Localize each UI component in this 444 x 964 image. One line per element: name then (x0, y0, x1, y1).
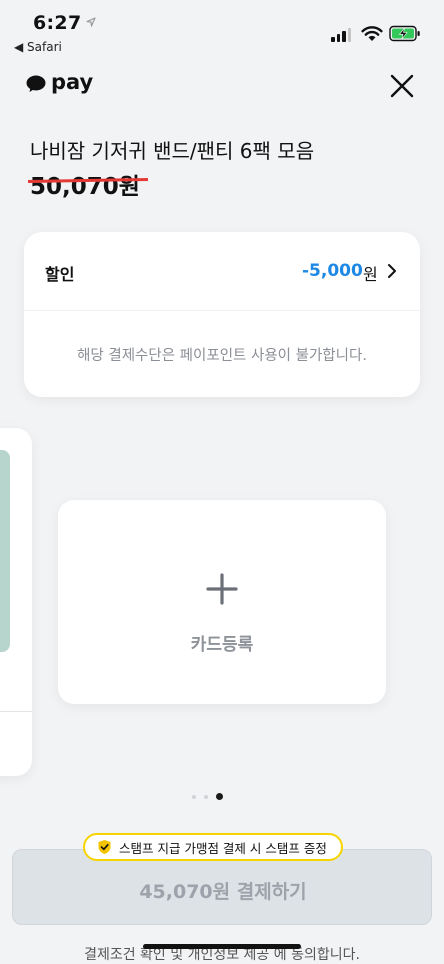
carousel-dot[interactable] (204, 794, 208, 799)
carousel-indicator (192, 793, 223, 800)
chat-bubble-icon (26, 75, 46, 92)
stamp-badge: 스탬프 지급 가맹점 결제 시 스탬프 증정 (83, 833, 343, 861)
stamp-badge-text: 스탬프 지급 가맹점 결제 시 스탬프 증정 (119, 840, 327, 856)
brand-name: pay (51, 70, 94, 94)
kakaopay-logo: pay (26, 70, 94, 94)
battery-charging-icon (389, 25, 420, 42)
carousel-dot-active[interactable] (216, 793, 223, 800)
divider (24, 310, 420, 311)
original-price: 50,070원 (30, 174, 140, 200)
carousel-dot[interactable] (192, 794, 196, 799)
discount-notice: 해당 결제수단은 페이포인트 사용이 불가합니다. (77, 348, 367, 364)
discount-unit: 원 (363, 265, 378, 284)
add-card-button[interactable]: 카드등록 (58, 500, 386, 704)
wifi-icon (361, 26, 383, 41)
location-arrow-icon (86, 17, 96, 27)
signal-icon (331, 28, 351, 42)
discount-card: 할인 -5,000 원 해당 결제수단은 페이포인트 사용이 불가합니다. (24, 232, 420, 397)
back-to-safari-link[interactable]: ◀ Safari (14, 40, 62, 54)
home-indicator[interactable] (143, 944, 301, 949)
add-card-label: 카드등록 (190, 635, 254, 655)
pay-button-label: 45,070원 결제하기 (139, 881, 307, 903)
divider (0, 711, 32, 712)
close-icon[interactable] (389, 73, 415, 99)
product-title: 나비잠 기저귀 밴드/팬티 6팩 모음 (30, 139, 315, 163)
chevron-right-icon[interactable] (386, 263, 398, 279)
status-time: 6:27 (33, 12, 82, 34)
discount-amount[interactable]: -5,000 (302, 261, 363, 281)
plus-icon (206, 573, 238, 605)
shield-check-icon (98, 840, 111, 854)
card-image (0, 450, 10, 652)
payment-card-peek[interactable] (0, 428, 32, 776)
discount-label: 할인 (45, 265, 75, 284)
